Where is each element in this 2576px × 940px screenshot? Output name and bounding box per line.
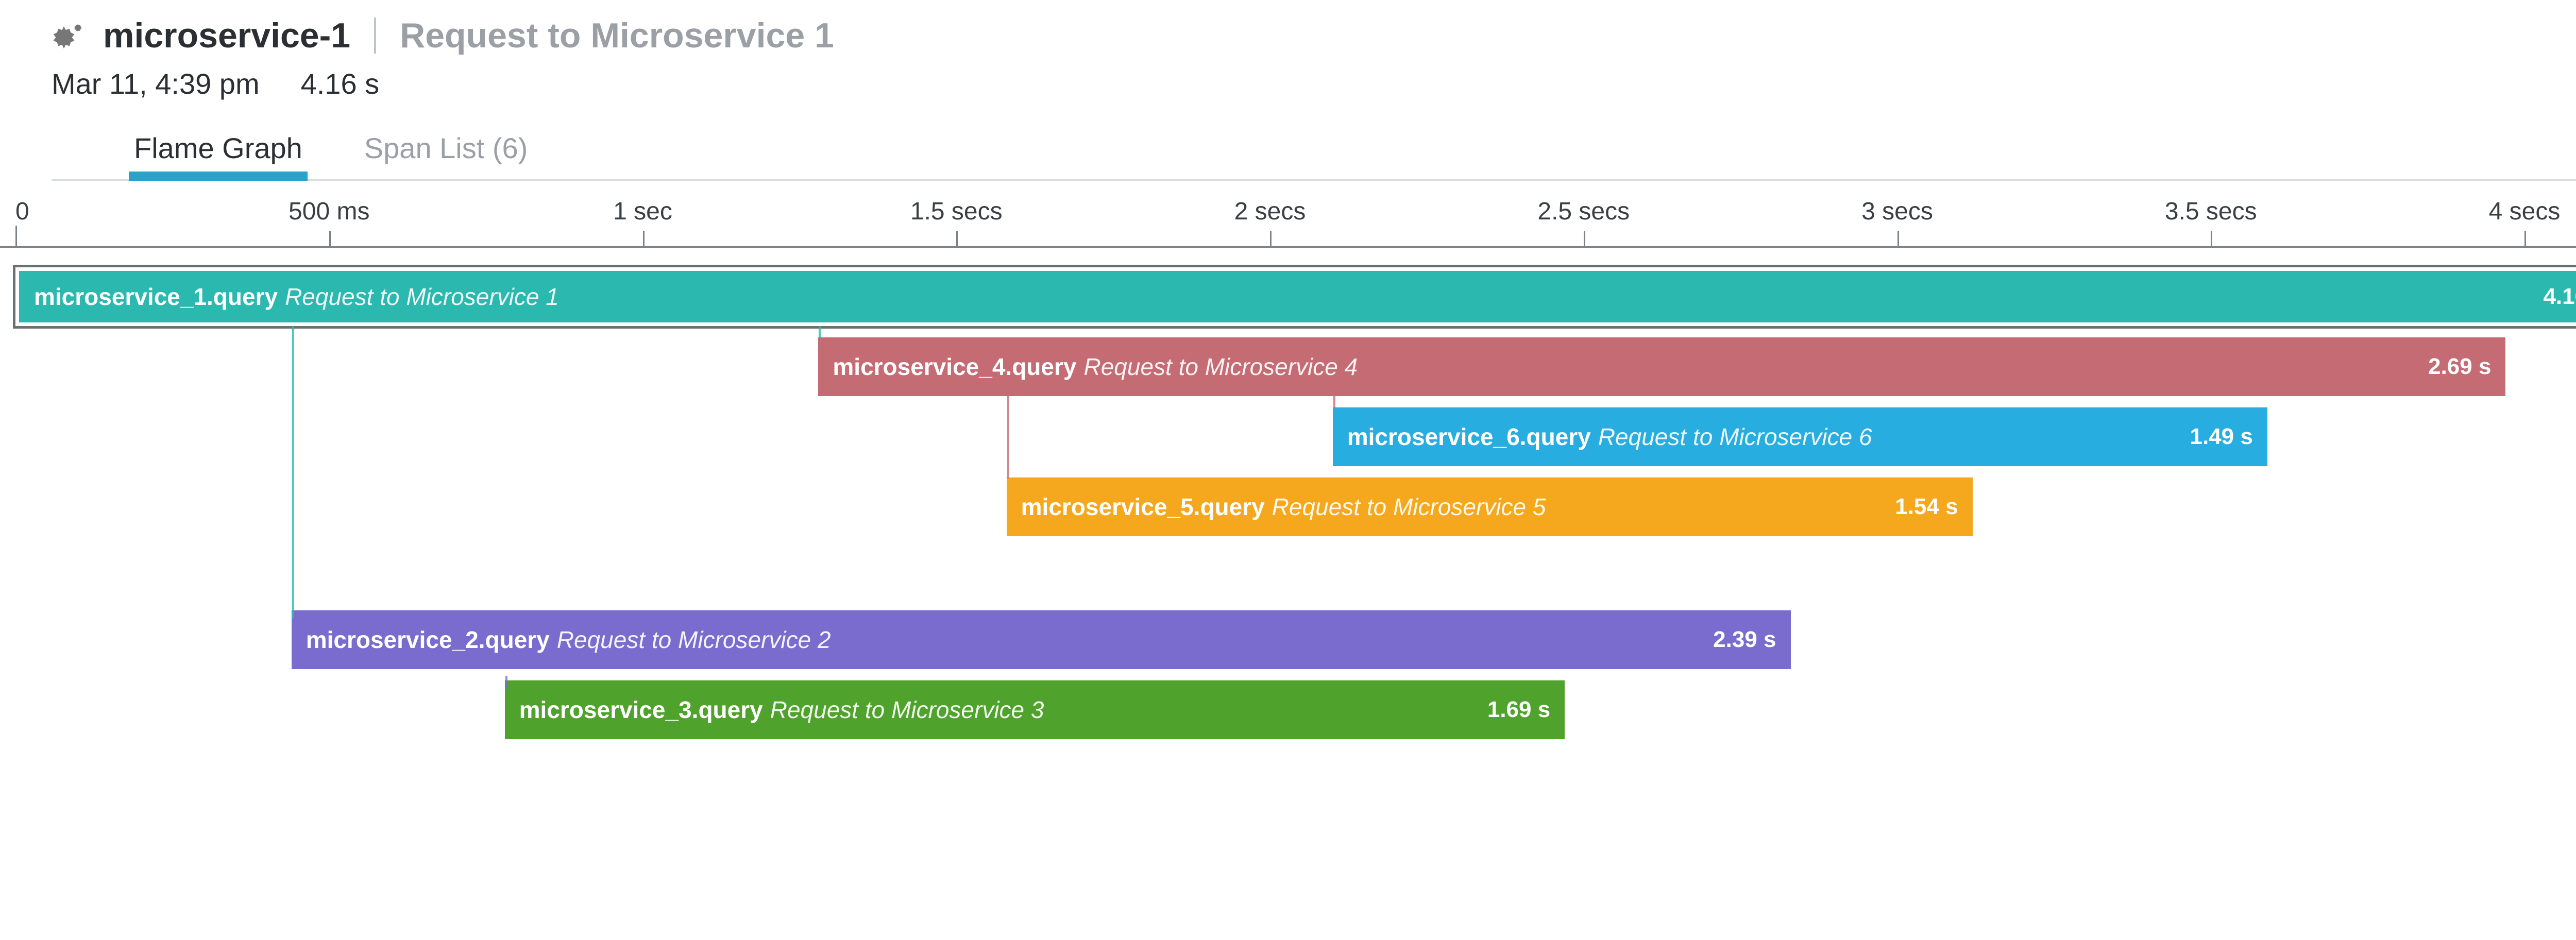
flame-row: microservice_6.queryRequest to Microserv… [0,403,2576,473]
span-connector [1007,396,1009,478]
axis-tick [1897,231,1899,246]
axis-tick [2524,231,2526,246]
span-name: microservice_2.query [306,626,550,654]
title-row: microservice-1 Request to Microservice 1 [52,15,2576,56]
span-name: microservice_3.query [519,696,763,724]
span-duration: 2.39 s [1713,627,1776,653]
axis-tick-label: 1.5 secs [910,197,1003,226]
axis-tick-label: 0 [15,197,29,226]
axis-tick-label: 2.5 secs [1537,197,1630,226]
flame-row [0,543,2576,606]
axis-tick [1270,231,1272,246]
span-desc: Request to Microservice 4 [1083,353,1358,381]
span-bar-s6[interactable]: microservice_6.queryRequest to Microserv… [1333,407,2267,466]
span-connector [1333,396,1335,408]
axis-tick [329,231,331,246]
span-bar-s4[interactable]: microservice_4.queryRequest to Microserv… [818,337,2505,396]
span-name: microservice_5.query [1021,493,1265,521]
flame-row: microservice_2.queryRequest to Microserv… [0,606,2576,676]
header: microservice-1 Request to Microservice 1… [0,15,2576,181]
page-title: Request to Microservice 1 [400,15,834,56]
axis-tick [643,231,645,246]
axis-tick-label: 2 secs [1234,197,1306,226]
span-duration: 2.69 s [2428,354,2491,380]
span-bar-s1[interactable]: microservice_1.queryRequest to Microserv… [15,267,2576,326]
service-name: microservice-1 [103,15,350,56]
axis-tick [1584,231,1585,246]
flame-row: microservice_4.queryRequest to Microserv… [0,333,2576,403]
span-desc: Request to Microservice 6 [1598,423,1872,451]
flame-graph: microservice_1.queryRequest to Microserv… [0,263,2576,767]
axis-tick [15,226,17,246]
span-bar-s2[interactable]: microservice_2.queryRequest to Microserv… [292,610,1791,669]
tab-span-list[interactable]: Span List (6) [364,131,528,179]
span-connector [292,326,294,619]
span-duration: 1.69 s [1487,697,1550,723]
span-duration: 4.16 s [2543,284,2576,310]
span-duration: 1.49 s [2190,424,2252,450]
span-name: microservice_4.query [833,353,1076,381]
axis-tick-label: 4 secs [2489,197,2561,226]
flame-row: microservice_5.queryRequest to Microserv… [0,473,2576,543]
title-divider [374,18,376,54]
span-desc: Request to Microservice 5 [1272,493,1546,521]
span-desc: Request to Microservice 3 [770,696,1044,724]
total-duration: 4.16 s [301,67,380,100]
span-bar-s5[interactable]: microservice_5.queryRequest to Microserv… [1007,477,1973,536]
axis-tick [2211,231,2212,246]
axis-tick [956,231,958,246]
sub-row: Mar 11, 4:39 pm 4.16 s [52,67,2576,100]
span-duration: 1.54 s [1895,494,1958,520]
span-bar-s3[interactable]: microservice_3.queryRequest to Microserv… [505,680,1565,739]
time-axis: 0 500 ms 1 sec 1.5 secs 2 secs 2.5 secs 3 secs… [0,196,2576,248]
span-desc: Request to Microservice 2 [557,626,831,654]
gears-icon [52,20,89,51]
axis-tick-label: 1 sec [613,197,672,226]
tabs: Flame Graph Span List (6) [52,131,2576,181]
flame-row: microservice_1.queryRequest to Microserv… [0,263,2576,333]
axis-tick-label: 500 ms [289,197,369,226]
timestamp: Mar 11, 4:39 pm [52,67,260,100]
span-desc: Request to Microservice 1 [285,283,559,311]
tab-flame-graph[interactable]: Flame Graph [134,131,302,179]
span-name: microservice_6.query [1347,423,1591,451]
axis-tick-label: 3 secs [1861,197,1933,226]
span-connector [819,326,821,338]
span-connector [505,676,507,689]
span-name: microservice_1.query [34,283,278,311]
flame-row: microservice_3.queryRequest to Microserv… [0,676,2576,746]
axis-tick-label: 3.5 secs [2165,197,2257,226]
